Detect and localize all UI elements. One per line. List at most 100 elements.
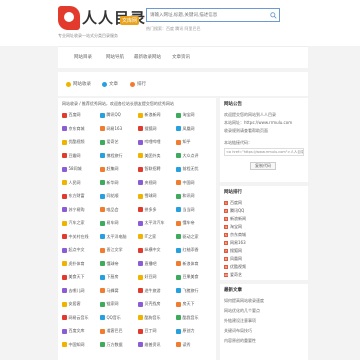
site-link[interactable]: 知乎	[176, 138, 212, 146]
site-link[interactable]: 央视网	[138, 179, 174, 187]
site-link[interactable]: 万方数据	[100, 341, 136, 349]
ranking-item[interactable]: 6 网易163	[224, 240, 304, 246]
site-link[interactable]: 凤凰网	[176, 125, 212, 133]
site-link[interactable]: 酷狗音乐	[138, 314, 174, 322]
site-link[interactable]: 东方财富	[62, 192, 98, 200]
ranking-item[interactable]: 5 京东商城	[224, 232, 304, 238]
site-link[interactable]: 房天下	[176, 300, 212, 308]
site-link[interactable]: 腾讯QQ	[100, 111, 136, 119]
site-link[interactable]: 汽车之家	[62, 219, 98, 227]
site-link[interactable]: 百度文库	[62, 327, 98, 335]
site-link[interactable]: 和讯网	[176, 192, 212, 200]
site-link[interactable]: 大众点评	[176, 152, 212, 160]
quick-link-articles[interactable]: 文章	[102, 81, 118, 87]
site-link[interactable]: 美食天下	[62, 273, 98, 281]
news-item[interactable]: 外链建设注意事项	[224, 318, 304, 324]
news-item[interactable]: 网站优化的几个要点	[224, 308, 304, 314]
ranking-item[interactable]: 10 爱奇艺	[224, 272, 304, 278]
site-link[interactable]: 安居客	[62, 300, 98, 308]
site-link[interactable]: 前程无忧	[176, 165, 212, 173]
site-link[interactable]: 智联招聘	[138, 165, 174, 173]
site-link[interactable]: 太平洋电脑	[100, 233, 136, 241]
site-link[interactable]: 同花顺	[100, 192, 136, 200]
site-link[interactable]: 当当网	[176, 206, 212, 214]
search-button[interactable]	[268, 9, 279, 21]
site-link[interactable]: 纵横中文	[138, 246, 174, 254]
site-link[interactable]: 下厨房	[100, 273, 136, 281]
site-link[interactable]: 中国知网	[62, 341, 98, 349]
site-link[interactable]: IT之家	[138, 233, 174, 241]
site-link[interactable]: 原创力	[176, 327, 212, 335]
site-link[interactable]: 淘宝网	[176, 111, 212, 119]
site-link[interactable]: 懂球帝	[100, 260, 136, 268]
site-link[interactable]: 红袖添香	[176, 246, 212, 254]
site-link[interactable]: 好豆网	[138, 273, 174, 281]
site-link[interactable]: 飞猪旅行	[176, 287, 212, 295]
site-link[interactable]: 途牛旅游	[138, 287, 174, 295]
ranking-item[interactable]: 4 淘宝网	[224, 224, 304, 230]
site-link[interactable]: 豆丁网	[138, 327, 174, 335]
site-link[interactable]: 太平洋汽车	[138, 219, 174, 227]
site-link[interactable]: 人民网	[62, 179, 98, 187]
site-link[interactable]: 豆瓣网	[62, 152, 98, 160]
site-link[interactable]: 新华网	[100, 179, 136, 187]
ranking-item[interactable]: 2 腾讯QQ	[224, 208, 304, 214]
site-link[interactable]: 唯品会	[100, 206, 136, 214]
news-item[interactable]: 关键词布局技巧	[224, 328, 304, 334]
site-link[interactable]: 爱奇艺	[100, 138, 136, 146]
site-link[interactable]: 苏宁易购	[62, 206, 98, 214]
site-link[interactable]: 易车网	[100, 219, 136, 227]
site-link[interactable]: 读秀	[176, 341, 212, 349]
site-link[interactable]: 豆果美食	[176, 273, 212, 281]
site-link[interactable]: 链家网	[100, 300, 136, 308]
site-link[interactable]: 京东商城	[62, 125, 98, 133]
ranking-item[interactable]: 1 百度网	[224, 200, 304, 206]
ranking-item[interactable]: 8 凤凰网	[224, 256, 304, 262]
site-link[interactable]: 马蜂窝	[100, 287, 136, 295]
link-code[interactable]: <a href="https://www.rrmulu.com">人人目录</a…	[224, 148, 304, 156]
nav-item-directory[interactable]: 网站目录	[74, 54, 92, 60]
site-link[interactable]: 贝壳找房	[138, 300, 174, 308]
site-link[interactable]: 起点中文	[62, 246, 98, 254]
ranking-item[interactable]: 7 搜狐网	[224, 248, 304, 254]
search-input[interactable]	[147, 9, 269, 21]
site-logo[interactable]: 人人目录 文库网	[58, 6, 145, 30]
site-link[interactable]: 雪球网	[138, 192, 174, 200]
site-link[interactable]: 百度网	[62, 111, 98, 119]
ranking-item[interactable]: 3 新浪新闻	[224, 216, 304, 222]
site-link[interactable]: 网易163	[100, 125, 136, 133]
news-item[interactable]: 内容原创的重要性	[224, 338, 304, 344]
site-link[interactable]: 哔哩哔哩	[138, 138, 174, 146]
site-link[interactable]: 去哪儿网	[62, 287, 98, 295]
nav-item-navigation[interactable]: 网站导航	[106, 54, 124, 60]
nav-item-articles[interactable]: 文章资讯	[172, 54, 190, 60]
quick-link-submit[interactable]: 网站收录	[66, 81, 91, 87]
site-link[interactable]: 拼多多	[138, 206, 174, 214]
site-link[interactable]: 网易云音乐	[62, 314, 98, 322]
copy-code-button[interactable]: 复制代码	[250, 162, 276, 170]
site-link[interactable]: 直播吧	[138, 260, 174, 268]
site-link[interactable]: 搜狐网	[138, 125, 174, 133]
site-link[interactable]: 新浪新闻	[138, 111, 174, 119]
site-link[interactable]: 道客巴巴	[100, 327, 136, 335]
ranking-item[interactable]: 9 优酷视频	[224, 264, 304, 270]
site-link[interactable]: 中关村在线	[62, 233, 98, 241]
site-link[interactable]: 美团外卖	[138, 152, 174, 160]
site-link[interactable]: 维普资讯	[138, 341, 174, 349]
site-link[interactable]: 懂车帝	[176, 219, 212, 227]
site-link[interactable]: 中国网	[176, 179, 212, 187]
site-link[interactable]: 晋江文学	[100, 246, 136, 254]
site-link[interactable]: 驱动之家	[176, 233, 212, 241]
site-link[interactable]: 虎扑体育	[62, 260, 98, 268]
site-link[interactable]: 酷我音乐	[176, 314, 212, 322]
site-link[interactable]: 携程旅行	[100, 152, 136, 160]
site-link[interactable]: QQ音乐	[100, 314, 136, 322]
news-item[interactable]: 如何提高网站收录速度	[224, 298, 304, 304]
site-link[interactable]: 赶集网	[100, 165, 136, 173]
site-link[interactable]: 58同城	[62, 165, 98, 173]
nav-item-latest[interactable]: 最新收录网站	[134, 54, 161, 60]
site-favicon-icon	[138, 234, 143, 239]
quick-link-ranking[interactable]: 排行	[130, 81, 146, 87]
site-link[interactable]: 新浪体育	[176, 260, 212, 268]
site-link[interactable]: 优酷视频	[62, 138, 98, 146]
